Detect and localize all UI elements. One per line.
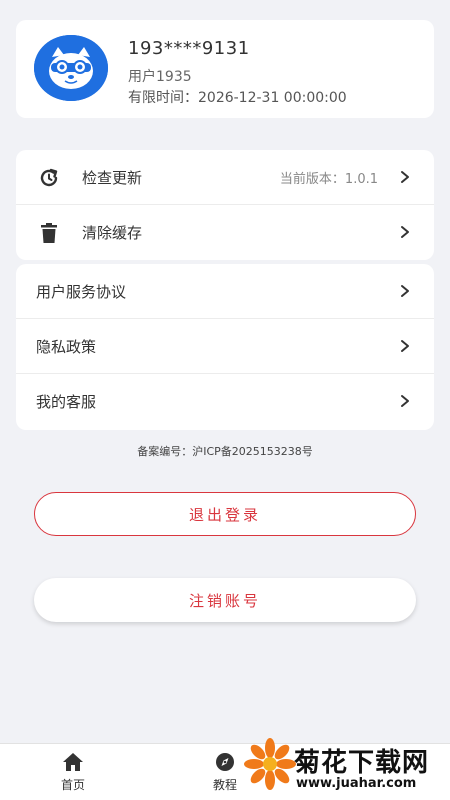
privacy-policy-row[interactable]: 隐私政策 — [16, 319, 434, 374]
raccoon-avatar-icon — [34, 35, 108, 101]
chevron-right-icon — [401, 340, 409, 352]
clear-cache-row[interactable]: 清除缓存 — [16, 205, 434, 260]
flower-logo-icon — [244, 738, 296, 790]
tab-home[interactable]: 首页 — [43, 752, 103, 793]
home-icon — [63, 753, 83, 771]
trash-icon — [41, 223, 57, 243]
chevron-right-icon — [401, 226, 409, 238]
watermark-url: www.juahar.com — [296, 776, 417, 791]
links-group: 用户服务协议 隐私政策 我的客服 — [16, 264, 434, 430]
delete-account-button[interactable]: 注销账号 — [34, 578, 416, 622]
logout-button[interactable]: 退出登录 — [34, 492, 416, 536]
expire-time: 有限时间：2026-12-31 00:00:00 — [128, 90, 347, 106]
refresh-icon — [40, 168, 58, 187]
compass-icon — [216, 753, 234, 771]
avatar[interactable] — [34, 35, 108, 101]
user-agreement-label: 用户服务协议 — [36, 282, 127, 301]
check-update-label: 检查更新 — [82, 168, 143, 187]
chevron-right-icon — [401, 285, 409, 297]
customer-service-row[interactable]: 我的客服 — [16, 374, 434, 429]
tab-home-label: 首页 — [60, 778, 85, 792]
chevron-right-icon — [401, 395, 409, 407]
customer-service-label: 我的客服 — [36, 393, 97, 411]
current-version: 当前版本：1.0.1 — [279, 171, 378, 187]
privacy-policy-label: 隐私政策 — [36, 337, 97, 356]
user-agreement-row[interactable]: 用户服务协议 — [16, 264, 434, 319]
profile-card[interactable]: 193****9131 用户1935 有限时间：2026-12-31 00:00… — [16, 20, 434, 118]
chevron-right-icon — [401, 171, 409, 183]
user-phone: 193****9131 — [128, 38, 250, 59]
check-update-row[interactable]: 检查更新 当前版本：1.0.1 — [16, 150, 434, 205]
clear-cache-label: 清除缓存 — [82, 224, 143, 242]
user-name: 用户1935 — [128, 69, 192, 85]
watermark-title: 菊花下载网 — [294, 748, 430, 778]
icp-record: 备案编号：沪ICP备2025153238号 — [137, 445, 313, 458]
settings-group: 检查更新 当前版本：1.0.1 清除缓存 — [16, 150, 434, 260]
watermark: 菊花下载网 www.juahar.com — [244, 736, 444, 796]
